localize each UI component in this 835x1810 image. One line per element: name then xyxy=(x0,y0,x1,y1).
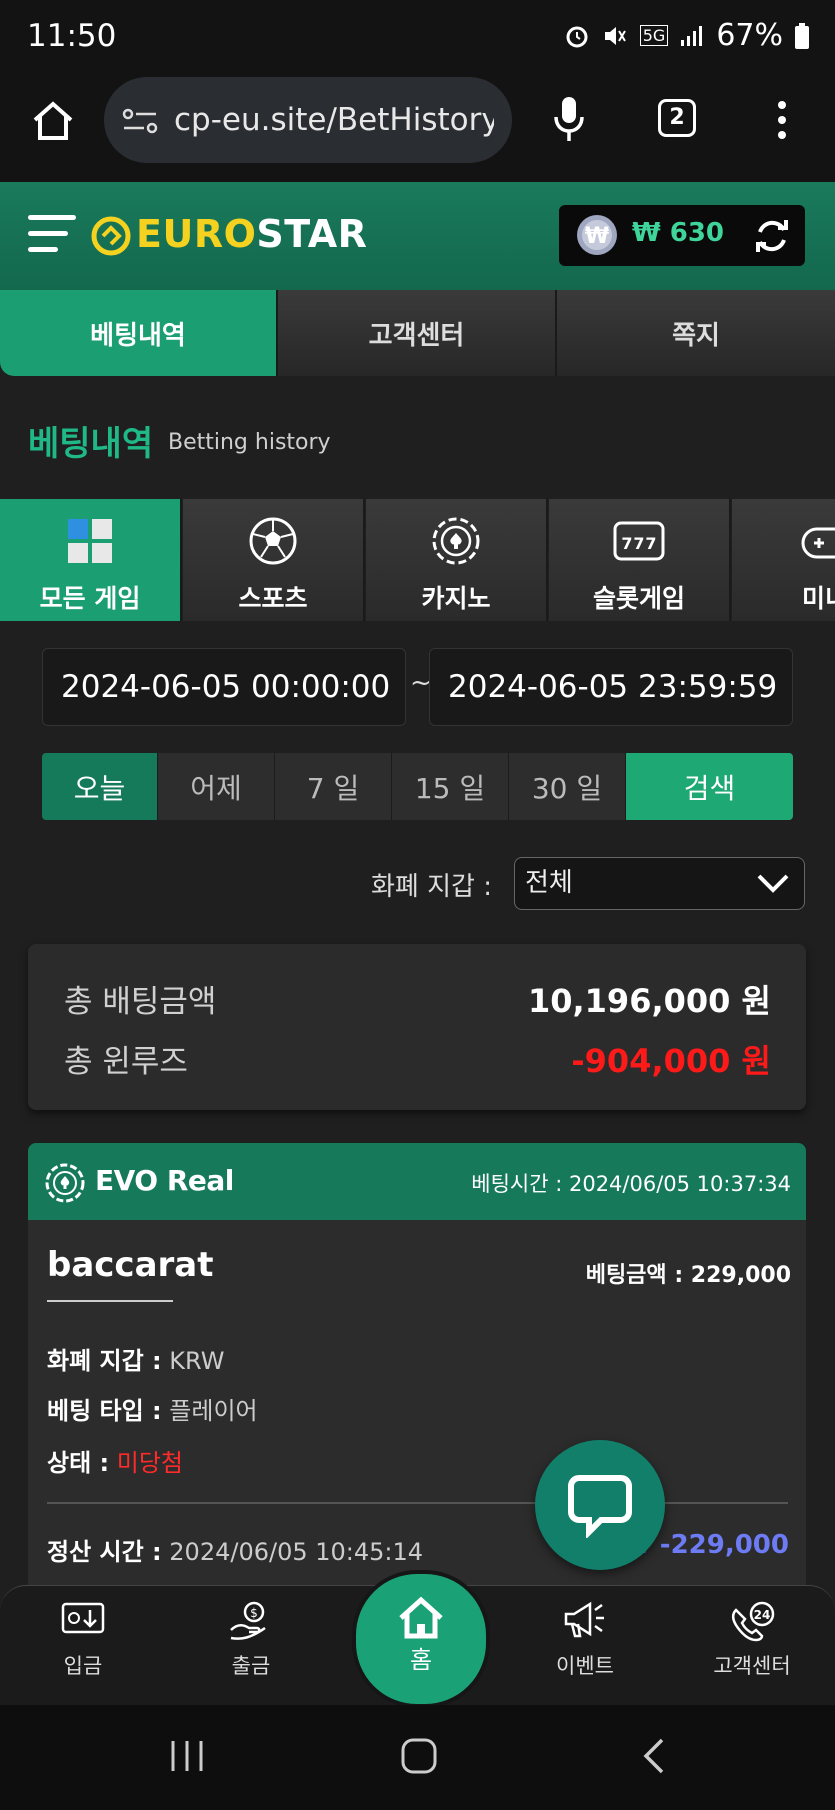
home-icon xyxy=(399,1596,443,1639)
svg-text:₩: ₩ xyxy=(585,224,609,249)
withdraw-icon: $ xyxy=(230,1601,266,1640)
slot-machine-icon: 777 xyxy=(613,521,665,561)
game-tab-label: 카지노 xyxy=(421,584,491,613)
page-subtitle: Betting history xyxy=(168,430,331,455)
wallet-filter-label: 화폐 지갑 : xyxy=(371,872,492,902)
bet-type-row: 베팅 타입 : 플레이어 xyxy=(47,1397,258,1425)
battery-icon xyxy=(795,22,809,49)
total-winloss-value: -904,000 원 xyxy=(571,1042,771,1080)
gamepad-icon xyxy=(801,527,835,559)
range-7days-button[interactable]: 7 일 xyxy=(275,753,392,820)
recent-apps-icon[interactable] xyxy=(168,1738,206,1774)
start-date-input[interactable]: 2024-06-05 00:00:00 xyxy=(42,648,406,726)
game-tab-label: 슬롯게임 xyxy=(592,584,685,613)
total-bet-value: 10,196,000 원 xyxy=(527,982,771,1020)
divider xyxy=(47,1502,788,1504)
chevron-down-icon xyxy=(757,874,789,893)
refresh-icon[interactable] xyxy=(752,216,792,256)
battery-percent: 67% xyxy=(716,18,783,53)
status-row: 상태 : 미당첨 xyxy=(47,1449,184,1477)
cubes-icon xyxy=(68,519,112,563)
nav-events[interactable]: 이벤트 xyxy=(530,1592,640,1692)
casino-chip-icon xyxy=(432,517,480,565)
home-page-icon[interactable] xyxy=(30,98,76,144)
nav-home-button[interactable] xyxy=(352,1570,490,1708)
game-tab-slots[interactable]: 777 슬롯게임 xyxy=(549,499,731,621)
chat-bubble-icon xyxy=(568,1475,632,1538)
total-winloss-label: 총 윈루즈 xyxy=(64,1044,188,1080)
range-30days-button[interactable]: 30 일 xyxy=(509,753,626,820)
tab-customer-center[interactable]: 고객센터 xyxy=(278,290,557,376)
svg-text:7: 7 xyxy=(633,534,644,553)
page-title: 베팅내역 xyxy=(28,424,154,464)
won-coin-icon: ₩ xyxy=(577,215,617,255)
nav-support[interactable]: 24 고객센터 xyxy=(697,1592,807,1692)
game-name-underline xyxy=(47,1300,173,1302)
total-bet-label: 총 배팅금액 xyxy=(64,984,217,1020)
more-menu-icon[interactable] xyxy=(773,98,791,142)
casino-chip-icon xyxy=(45,1163,85,1203)
summary-panel xyxy=(28,944,806,1110)
svg-text:7: 7 xyxy=(645,534,656,553)
tab-betting-history[interactable]: 베팅내역 xyxy=(0,290,278,376)
range-15days-button[interactable]: 15 일 xyxy=(392,753,509,820)
tab-count-button[interactable]: 2 xyxy=(658,99,696,137)
network-5g-icon: 5G xyxy=(639,25,669,46)
microphone-icon[interactable] xyxy=(552,95,586,145)
logo-mark-icon xyxy=(91,216,131,256)
nav-label: 입금 xyxy=(63,1654,103,1678)
url-text[interactable]: cp-eu.site/BetHistory xyxy=(174,102,494,138)
game-tab-sports[interactable]: 스포츠 xyxy=(183,499,365,621)
megaphone-icon xyxy=(564,1601,604,1638)
wallet-filter-select[interactable]: 전체 xyxy=(514,857,805,910)
bet-time: 베팅시간 : 2024/06/05 10:37:34 xyxy=(471,1172,791,1196)
live-chat-button[interactable] xyxy=(535,1440,665,1570)
end-date-input[interactable]: 2024-06-05 23:59:59 xyxy=(429,648,793,726)
nav-label: 고객센터 xyxy=(713,1654,791,1678)
nav-label: 출금 xyxy=(231,1654,271,1678)
mute-icon xyxy=(604,26,626,45)
home-system-icon[interactable] xyxy=(400,1737,438,1775)
nav-label: 이벤트 xyxy=(556,1654,614,1678)
provider-name: EVO Real xyxy=(95,1164,234,1197)
status-time: 11:50 xyxy=(27,18,117,54)
game-name: baccarat xyxy=(47,1245,214,1285)
game-tab-casino[interactable]: 카지노 xyxy=(366,499,548,621)
alarm-icon xyxy=(566,26,588,47)
bet-amount: 베팅금액 : 229,000 xyxy=(585,1263,791,1288)
game-tab-mini[interactable]: 미니 xyxy=(732,499,835,621)
balance-amount: ₩ 630 xyxy=(632,218,725,248)
wallet-row: 화폐 지갑 : KRW xyxy=(47,1347,225,1375)
support-24-icon: 24 xyxy=(732,1601,775,1642)
svg-text:24: 24 xyxy=(754,1608,771,1622)
deposit-icon xyxy=(61,1602,105,1634)
settle-time-row: 정산 시간 : 2024/06/05 10:45:14 xyxy=(47,1538,424,1566)
svg-text:7: 7 xyxy=(621,534,632,553)
game-tab-label: 스포츠 xyxy=(238,584,308,613)
hamburger-menu-icon[interactable] xyxy=(28,213,76,255)
range-today-button[interactable]: 오늘 xyxy=(42,753,158,820)
game-tab-label: 미니 xyxy=(802,584,835,613)
signal-icon xyxy=(681,25,703,46)
back-icon[interactable] xyxy=(640,1736,666,1776)
soccer-ball-icon xyxy=(249,517,297,565)
search-button[interactable]: 검색 xyxy=(626,753,793,820)
game-tab-all[interactable]: 모든 게임 xyxy=(0,499,182,621)
tab-messages[interactable]: 쪽지 xyxy=(557,290,835,376)
range-yesterday-button[interactable]: 어제 xyxy=(158,753,275,820)
site-settings-icon[interactable] xyxy=(122,106,158,136)
site-logo[interactable]: EUROSTAR xyxy=(136,212,367,256)
status-badge: 미당첨 xyxy=(116,1449,184,1477)
svg-text:$: $ xyxy=(250,1606,258,1620)
game-tab-label: 모든 게임 xyxy=(39,584,141,613)
nav-withdraw[interactable]: $ 출금 xyxy=(196,1592,306,1692)
nav-home-label: 홈 xyxy=(409,1646,433,1674)
nav-deposit[interactable]: 입금 xyxy=(28,1592,138,1692)
status-icons: 5G 67% xyxy=(564,18,809,53)
wallet-filter-value: 전체 xyxy=(525,868,573,898)
